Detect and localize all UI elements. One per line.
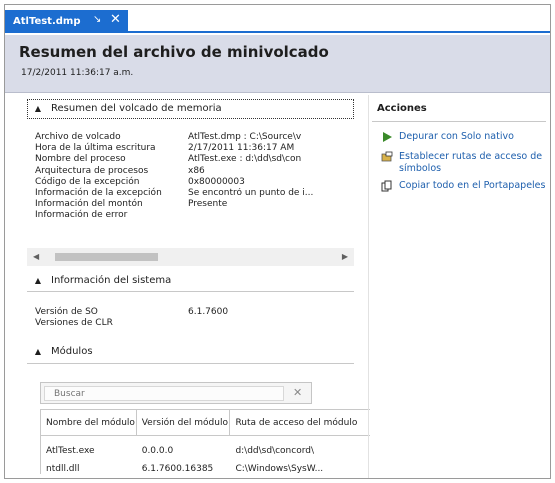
info-key: Información de error: [35, 210, 128, 221]
info-row: Archivo de volcado AtlTest.dmp : C:\Sourc…: [35, 132, 313, 143]
scroll-thumb[interactable]: [55, 253, 158, 261]
folder-icon: [381, 151, 393, 162]
info-key: Archivo de volcado: [35, 132, 121, 142]
action-copy-all[interactable]: Copiar todo en el Portapapeles: [381, 180, 549, 192]
collapse-caret-icon[interactable]: ▲: [31, 347, 45, 356]
document-tab-bar: AtlTest.dmp ↘ ✕: [5, 5, 550, 33]
section-title: Módulos: [51, 346, 93, 357]
action-label[interactable]: Copiar todo en el Portapapeles: [399, 180, 549, 192]
section-header-modules[interactable]: ▲ Módulos: [31, 346, 93, 357]
table-cell: C:\Windows\SysW...: [235, 464, 324, 474]
search-input[interactable]: [44, 386, 284, 401]
pane-separator: [368, 95, 369, 478]
info-row: Versión de SO 6.1.7600: [35, 307, 228, 318]
section-divider: [27, 291, 354, 292]
column-header-module-path[interactable]: Ruta de acceso del módulo: [230, 410, 370, 435]
actions-divider: [372, 121, 546, 122]
grid-body: AtlTest.exe 0.0.0.0 d:\dd\sd\concord\ ntdll…: [41, 436, 370, 474]
actions-title: Acciones: [377, 103, 427, 114]
table-cell: 0.0.0.0: [141, 446, 174, 456]
info-value: AtlTest.exe : d:\dd\sd\con: [188, 154, 302, 165]
info-row: Información del montón Presente: [35, 199, 313, 210]
info-key: Nombre del proceso: [35, 154, 126, 165]
action-set-symbol-paths[interactable]: Establecer rutas de acceso de símbolos: [381, 151, 549, 174]
system-info-table: Versión de SO 6.1.7600 Versiones de CLR: [35, 307, 228, 329]
section-title: Información del sistema: [51, 275, 172, 286]
page-title: Resumen del archivo de minivolcado: [19, 43, 329, 61]
pin-icon[interactable]: ↘: [93, 14, 101, 25]
info-row: Arquitectura de procesos x86: [35, 166, 313, 177]
info-value: Presente: [188, 199, 228, 210]
table-cell: 6.1.7600.16385: [141, 464, 214, 474]
modules-grid: Nombre del módulo Versión del módulo Rut…: [40, 409, 370, 474]
table-row[interactable]: AtlTest.exe 0.0.0.0 d:\dd\sd\concord\: [41, 442, 370, 460]
info-row: Información de la excepción Se encontró u…: [35, 188, 313, 199]
section-title: Resumen del volcado de memoria: [51, 103, 222, 114]
dump-date: 17/2/2011 11:36:17 a.m.: [21, 68, 134, 78]
info-value: 6.1.7600: [188, 307, 229, 317]
section-header-system-info[interactable]: ▲ Información del sistema: [31, 275, 171, 286]
info-row: Hora de la última escritura 2/17/2011 11:…: [35, 143, 313, 154]
copy-icon: [381, 180, 392, 192]
action-label[interactable]: Establecer rutas de acceso de símbolos: [399, 151, 549, 174]
scroll-left-icon[interactable]: ◀: [33, 252, 39, 261]
action-debug-native[interactable]: Depurar con Solo nativo: [381, 131, 549, 143]
collapse-caret-icon[interactable]: ▲: [31, 104, 45, 113]
info-value: 2/17/2011 11:36:17 AM: [188, 143, 295, 154]
editor-window: AtlTest.dmp ↘ ✕ Resumen del archivo de m…: [4, 4, 551, 479]
play-icon: [383, 132, 392, 142]
column-header-module-version[interactable]: Versión del módulo: [137, 410, 231, 435]
summary-header: Resumen del archivo de minivolcado 17/2/…: [5, 35, 550, 93]
section-divider: [27, 363, 354, 364]
info-key: Información del montón: [35, 199, 143, 210]
info-key: Información de la excepción: [35, 188, 162, 199]
info-value: Se encontró un punto de i...: [188, 188, 314, 199]
tab-title: AtlTest.dmp: [13, 16, 81, 27]
info-key: Código de la excepción: [35, 176, 140, 187]
info-value: x86: [188, 165, 205, 176]
info-value: 0x80000003: [188, 176, 245, 187]
info-key: Arquitectura de procesos: [35, 165, 149, 176]
info-row: Versiones de CLR: [35, 318, 228, 329]
table-row[interactable]: ntdll.dll 6.1.7600.16385 C:\Windows\SysW..…: [41, 460, 370, 474]
column-header-module-name[interactable]: Nombre del módulo: [41, 410, 137, 435]
close-tab-icon[interactable]: ✕: [110, 12, 121, 28]
horizontal-scrollbar[interactable]: ◀ ▶: [27, 248, 354, 266]
info-key: Hora de la última escritura: [35, 143, 156, 154]
info-value: AtlTest.dmp : C:\Source\v: [188, 132, 302, 142]
scroll-right-icon[interactable]: ▶: [342, 252, 348, 261]
info-key: Versiones de CLR: [35, 318, 113, 329]
info-key: Versión de SO: [35, 307, 98, 317]
section-header-dump-summary[interactable]: ▲ Resumen del volcado de memoria: [31, 103, 222, 114]
table-cell: ntdll.dll: [46, 464, 80, 474]
grid-header-row: Nombre del módulo Versión del módulo Rut…: [41, 410, 370, 436]
table-cell: AtlTest.exe: [46, 446, 95, 456]
document-tab[interactable]: AtlTest.dmp ↘ ✕: [5, 10, 128, 33]
info-row: Nombre del proceso AtlTest.exe : d:\dd\sd…: [35, 154, 313, 165]
collapse-caret-icon[interactable]: ▲: [31, 276, 45, 285]
clear-search-icon[interactable]: ✕: [293, 386, 302, 399]
module-search: ✕: [40, 382, 312, 404]
table-cell: d:\dd\sd\concord\: [235, 446, 315, 456]
info-row: Información de error: [35, 210, 313, 221]
info-row: Código de la excepción 0x80000003: [35, 177, 313, 188]
dump-summary-table: Archivo de volcado AtlTest.dmp : C:\Sourc…: [35, 132, 313, 222]
action-label[interactable]: Depurar con Solo nativo: [399, 131, 549, 143]
